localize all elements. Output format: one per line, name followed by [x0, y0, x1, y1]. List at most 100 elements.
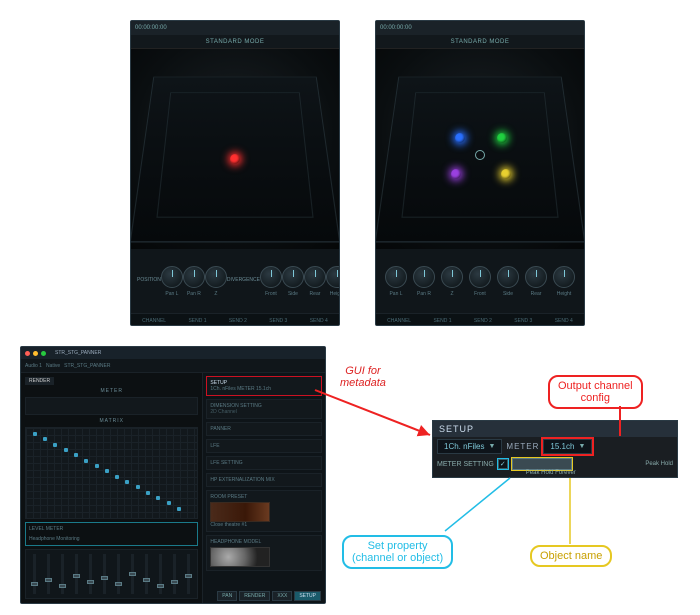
- fader[interactable]: [159, 554, 162, 594]
- externalization-panel: HP EXTERNALIZATION MIX: [206, 473, 322, 487]
- knob-rear[interactable]: [304, 266, 326, 288]
- tab-render[interactable]: RENDER: [25, 377, 54, 385]
- panner-mode-label: STANDARD MODE: [131, 35, 339, 49]
- panner-3d-view[interactable]: [131, 49, 339, 249]
- knob-rear[interactable]: [525, 266, 547, 288]
- knob-pan-r[interactable]: [413, 266, 435, 288]
- annotation-set-property: Set property (channel or object): [342, 535, 453, 569]
- setup-panel-content: 1Ch. nFiles METER 15.1ch: [210, 386, 318, 392]
- bus-tab-send1[interactable]: SEND 1: [433, 318, 451, 324]
- host-toolbar: Audio 1 Native STR_STG_PANNER: [21, 359, 325, 373]
- fader[interactable]: [47, 554, 50, 594]
- bus-tab-channel[interactable]: CHANNEL: [142, 318, 166, 324]
- routing-matrix[interactable]: [25, 427, 198, 518]
- fader[interactable]: [103, 554, 106, 594]
- panner-controls: POSITION Pan L Pan R Z DIVERGENCE Front …: [131, 249, 339, 313]
- arrow-set-property: [440, 476, 520, 536]
- section-meter: METER: [25, 388, 198, 394]
- knob-pan-r[interactable]: [183, 266, 205, 288]
- orb-left-rear[interactable]: [451, 169, 461, 179]
- fader[interactable]: [145, 554, 148, 594]
- room-preset-panel: ROOM PRESET Close theatre #1: [206, 490, 322, 532]
- meter-label: METER: [506, 442, 539, 451]
- fader[interactable]: [33, 554, 36, 594]
- host-bottom-buttons: PAN RENDER XXX SETUP: [217, 591, 321, 601]
- lfe-panel: LFE: [206, 439, 322, 453]
- orb-right-rear[interactable]: [501, 169, 511, 179]
- chevron-down-icon: ▼: [578, 443, 585, 450]
- orb-right-front[interactable]: [497, 133, 507, 143]
- host-right-pane: SETUP 1Ch. nFiles METER 15.1ch DIMENSION…: [202, 373, 325, 603]
- property-checkbox[interactable]: ✓: [498, 459, 508, 469]
- maximize-icon[interactable]: [41, 351, 46, 356]
- track-selector[interactable]: Audio 1: [25, 363, 42, 369]
- peak-hold-label: Peak Hold: [645, 461, 673, 467]
- lfe-setting-panel: LFE SETTING: [206, 456, 322, 470]
- section-matrix: MATRIX: [25, 418, 198, 424]
- setup-title: SETUP: [433, 421, 677, 437]
- knob-height[interactable]: [553, 266, 575, 288]
- close-icon[interactable]: [25, 351, 30, 356]
- panner-timecode: 00:00:00:00: [131, 21, 339, 35]
- tab-render-button[interactable]: RENDER: [239, 591, 270, 601]
- audio-object-orb[interactable]: [230, 154, 240, 164]
- panner-3d-view[interactable]: [376, 49, 584, 249]
- knob-side[interactable]: [282, 266, 304, 288]
- speaker-thumbnail[interactable]: [210, 502, 270, 522]
- orb-left-front[interactable]: [455, 133, 465, 143]
- headphone-panel: HEADPHONE MODEL: [206, 535, 322, 571]
- knob-height[interactable]: [326, 266, 340, 288]
- knob-front[interactable]: [260, 266, 282, 288]
- object-name-field[interactable]: [512, 458, 572, 470]
- output-config-dropdown[interactable]: 15.1ch ▼: [543, 439, 592, 454]
- chevron-down-icon: ▼: [488, 443, 495, 450]
- level-meter-sub: Headphone Monitoring: [29, 536, 194, 542]
- host-plugin-window: STR_STG_PANNER Audio 1 Native STR_STG_PA…: [20, 346, 326, 604]
- bus-tab-send4[interactable]: SEND 4: [310, 318, 328, 324]
- annotation-output-channel: Output channel config: [548, 375, 643, 409]
- fader[interactable]: [173, 554, 176, 594]
- knob-pan-l[interactable]: [385, 266, 407, 288]
- eq-graph[interactable]: [25, 397, 198, 415]
- fader[interactable]: [131, 554, 134, 594]
- bus-tab-send3[interactable]: SEND 3: [269, 318, 287, 324]
- fader[interactable]: [187, 554, 190, 594]
- setup-panel-zoom: SETUP 1Ch. nFiles ▼ METER 15.1ch ▼ METER…: [432, 420, 678, 478]
- knob-front[interactable]: [469, 266, 491, 288]
- input-mode-value: 1Ch. nFiles: [444, 442, 484, 451]
- panner-timecode: 00:00:00:00: [376, 21, 584, 35]
- panner-bus-tabs: CHANNEL SEND 1 SEND 2 SEND 3 SEND 4: [376, 313, 584, 326]
- minimize-icon[interactable]: [33, 351, 38, 356]
- bus-tab-send2[interactable]: SEND 2: [474, 318, 492, 324]
- section-divergence: DIVERGENCE: [227, 277, 260, 283]
- window-title: STR_STG_PANNER: [55, 350, 101, 356]
- output-config-value: 15.1ch: [550, 442, 574, 451]
- dimension-panel: DIMENSION SETTING 2D Channel: [206, 399, 322, 419]
- panner-window-multi: 00:00:00:00 STANDARD MODE Pan L Pan R Z …: [375, 20, 585, 326]
- knob-side[interactable]: [497, 266, 519, 288]
- hrtf-thumbnail[interactable]: [210, 547, 270, 567]
- bus-tab-send3[interactable]: SEND 3: [514, 318, 532, 324]
- engine-selector[interactable]: Native: [46, 363, 60, 369]
- plugin-selector[interactable]: STR_STG_PANNER: [64, 363, 110, 369]
- bus-tab-send2[interactable]: SEND 2: [229, 318, 247, 324]
- panner-window-single: 00:00:00:00 STANDARD MODE POSITION Pan L…: [130, 20, 340, 326]
- host-left-pane: RENDER METER MATRIX LEVEL METER Headphon…: [21, 373, 202, 603]
- fader[interactable]: [117, 554, 120, 594]
- tab-setup-button[interactable]: SETUP: [294, 591, 321, 601]
- peak-hold-forever-label: Peak Hold Forever: [526, 470, 576, 476]
- input-mode-dropdown[interactable]: 1Ch. nFiles ▼: [437, 439, 502, 454]
- fader-bank: [25, 549, 198, 599]
- fader[interactable]: [61, 554, 64, 594]
- bus-tab-channel[interactable]: CHANNEL: [387, 318, 411, 324]
- knob-z[interactable]: [205, 266, 227, 288]
- fader[interactable]: [75, 554, 78, 594]
- bus-tab-send1[interactable]: SEND 1: [188, 318, 206, 324]
- bus-tab-send4[interactable]: SEND 4: [555, 318, 573, 324]
- fader[interactable]: [89, 554, 92, 594]
- knob-pan-l[interactable]: [161, 266, 183, 288]
- tab-pan-button[interactable]: PAN: [217, 591, 237, 601]
- knob-z[interactable]: [441, 266, 463, 288]
- tab-xxx-button[interactable]: XXX: [272, 591, 292, 601]
- panner-bus-tabs: CHANNEL SEND 1 SEND 2 SEND 3 SEND 4: [131, 313, 339, 326]
